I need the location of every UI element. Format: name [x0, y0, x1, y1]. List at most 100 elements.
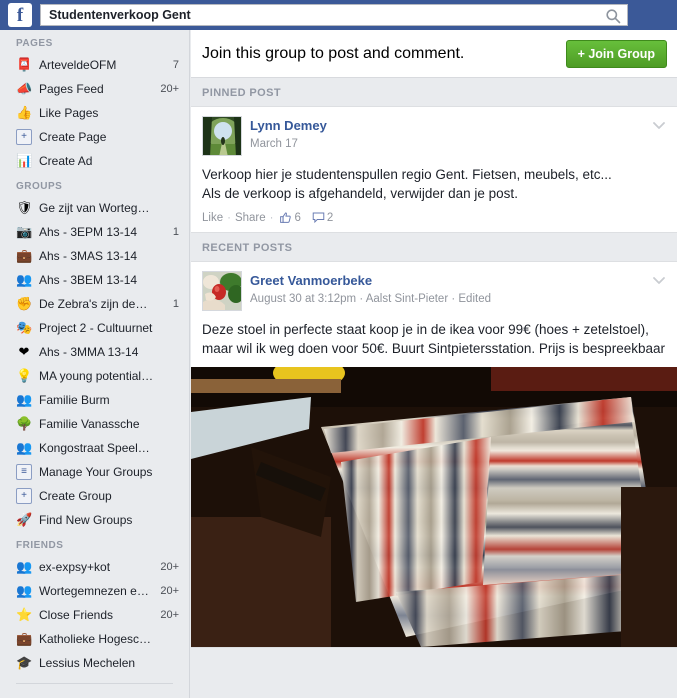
graduation-cap-icon: 🎓 — [16, 655, 33, 670]
post-header: Lynn Demey March 17 — [202, 116, 666, 156]
comment-bubble-icon — [312, 212, 325, 224]
sidebar-item-label: Pages Feed — [39, 82, 104, 96]
sidebar-item-de-zebra-s-zijn-de[interactable]: ✊ De Zebra's zijn de… 1 — [0, 292, 189, 316]
join-group-button[interactable]: + Join Group — [565, 39, 667, 68]
lightbulb-icon: 💡 — [16, 368, 33, 383]
sidebar-item-ge-zijt-van-worteg[interactable]: 🛡 Ge zijt van Worteg… — [0, 196, 189, 220]
sidebar-section-header: Groups — [16, 181, 63, 192]
sidebar-item-label: Kongostraat Speel… — [39, 441, 150, 455]
sidebar-item-katholieke-hogesc[interactable]: 💼 Katholieke Hogesc… — [0, 627, 189, 651]
sidebar-item-ahs-3mas-13-14[interactable]: 💼 Ahs - 3MAS 13-14 — [0, 244, 189, 268]
share-button[interactable]: Share — [235, 212, 266, 224]
sidebar-item-label: Wortegemnezen e… — [39, 584, 149, 598]
like-button[interactable]: Like — [202, 212, 223, 224]
search-input[interactable] — [41, 5, 627, 25]
list-icon: ≡ — [16, 464, 32, 480]
chevron-down-icon[interactable] — [650, 271, 668, 289]
sidebar-item-badge: 1 — [172, 298, 179, 310]
facebook-logo-icon[interactable]: f — [8, 3, 32, 27]
rocket-icon: 🚀 — [16, 512, 33, 527]
plus-group-icon: + — [16, 488, 32, 504]
thumbs-up-icon — [280, 212, 292, 223]
sidebar-item-familie-burm[interactable]: 👥 Familie Burm — [0, 388, 189, 412]
post-header: Greet Vanmoerbeke August 30 at 3:12pm · … — [202, 271, 666, 311]
plus-page-icon: + — [16, 129, 32, 145]
sidebar-item-arteveldeofm[interactable]: 📮 ArteveldeOFM 7 — [0, 53, 189, 77]
comment-count: 2 — [326, 211, 334, 224]
post-photo-striped-chair[interactable] — [191, 367, 677, 647]
friend-list-icon: 👥 — [16, 559, 33, 574]
like-count-group[interactable]: 6 — [279, 211, 305, 224]
briefcase-icon: 💼 — [16, 631, 33, 646]
briefcase-icon: 💼 — [16, 248, 33, 263]
sidebar-item-label: Katholieke Hogesc… — [39, 632, 152, 646]
sidebar-item-label: Ge zijt van Worteg… — [39, 201, 150, 215]
avatar-hands-peppers[interactable] — [202, 271, 242, 311]
sidebar-item-create-group[interactable]: + Create Group — [0, 484, 189, 508]
sidebar-item-ahs-3bem-13-14[interactable]: 👥 Ahs - 3BEM 13-14 — [0, 268, 189, 292]
group-icon: 👥 — [16, 392, 33, 407]
recent-post: Greet Vanmoerbeke August 30 at 3:12pm · … — [191, 261, 677, 648]
sidebar-item-label: Lessius Mechelen — [39, 656, 136, 670]
sidebar-item-kongostraat-speel[interactable]: 👥 Kongostraat Speel… — [0, 436, 189, 460]
sidebar-item-lessius-mechelen[interactable]: 🎓 Lessius Mechelen — [0, 651, 189, 675]
pinned-post-label: Pinned Post — [202, 87, 281, 99]
sidebar-item-label: Create Group — [39, 489, 112, 503]
megaphone-icon: 📣 — [16, 81, 33, 96]
sidebar-item-manage-your-groups[interactable]: ≡ Manage Your Groups — [0, 460, 189, 484]
star-icon: ⭐ — [16, 607, 33, 622]
sidebar-item-label: ex-expsy+kot — [39, 560, 111, 574]
comment-count-group[interactable]: 2 — [312, 211, 338, 224]
join-group-bar: Join this group to post and comment. + J… — [191, 30, 677, 78]
avatar-nature-path[interactable] — [202, 116, 242, 156]
post-meta: Lynn Demey March 17 — [250, 116, 327, 150]
sidebar-item-badge: 1 — [172, 226, 179, 238]
post-timestamp[interactable]: March 17 — [250, 138, 327, 150]
sidebar-item-project-2-cultuurnet[interactable]: 🎭 Project 2 - Cultuurnet — [0, 316, 189, 340]
sidebar-item-label: Find New Groups — [39, 513, 133, 527]
sidebar-section-header: Friends — [16, 540, 64, 551]
sidebar-item-familie-vanassche[interactable]: 🌳 Familie Vanassche — [0, 412, 189, 436]
sidebar-item-ma-young-potential[interactable]: 💡 MA young potential… — [0, 364, 189, 388]
sidebar-item-label: Create Ad — [39, 154, 93, 168]
sidebar-item-like-pages[interactable]: 👍 Like Pages — [0, 101, 189, 125]
heart-icon: ❤ — [18, 344, 30, 359]
sidebar-item-badge: 20+ — [160, 585, 179, 597]
join-prompt-text: Join this group to post and comment. — [202, 44, 465, 62]
separator-dot: · — [227, 211, 231, 224]
sidebar-item-ex-expsy-kot[interactable]: 👥 ex-expsy+kot 20+ — [0, 555, 189, 579]
post-timestamp[interactable]: August 30 at 3:12pm · Aalst Sint-Pieter … — [250, 293, 491, 305]
stamp-icon: 📮 — [16, 57, 33, 72]
shield-icon: 🛡 — [16, 200, 33, 215]
sidebar-item-label: Familie Vanassche — [39, 417, 140, 431]
post-meta: Greet Vanmoerbeke August 30 at 3:12pm · … — [250, 271, 491, 305]
recent-posts-label: Recent Posts — [202, 242, 293, 254]
sidebar-item-close-friends[interactable]: ⭐ Close Friends 20+ — [0, 603, 189, 627]
post-author-name[interactable]: Lynn Demey — [250, 118, 327, 133]
separator-dot: · — [269, 211, 274, 224]
pinned-post: Lynn Demey March 17 Verkoop hier je stud… — [191, 106, 677, 233]
chevron-down-icon[interactable] — [650, 116, 668, 134]
sidebar-item-badge: 20+ — [160, 609, 179, 621]
sidebar-item-badge: 20+ — [160, 83, 179, 95]
facebook-top-bar: f — [0, 0, 677, 30]
raised-fist-icon: ✊ — [16, 296, 33, 311]
search-bar[interactable] — [40, 4, 628, 26]
sidebar-item-ahs-3mma-13-14[interactable]: ❤ Ahs - 3MMA 13-14 — [0, 340, 189, 364]
sidebar-item-create-page[interactable]: + Create Page — [0, 125, 189, 149]
search-icon[interactable] — [605, 8, 621, 24]
sidebar-item-badge: 20+ — [160, 561, 179, 573]
sidebar-item-label: Ahs - 3BEM 13-14 — [39, 273, 138, 287]
theater-masks-icon: 🎭 — [16, 320, 33, 335]
sidebar-item-wortegemnezen-e[interactable]: 👥 Wortegemnezen e… 20+ — [0, 579, 189, 603]
sidebar-item-pages-feed[interactable]: 📣 Pages Feed 20+ — [0, 77, 189, 101]
sidebar-item-create-ad[interactable]: 📊 Create Ad — [0, 149, 189, 173]
main-content: Join this group to post and comment. + J… — [191, 30, 677, 698]
left-sidebar: Pages 📮 ArteveldeOFM 7 📣 Pages Feed 20+ 👍 Like P… — [0, 30, 190, 698]
sidebar-item-ahs-3epm-13-14[interactable]: 📷 Ahs - 3EPM 13-14 1 — [0, 220, 189, 244]
post-body-text: Deze stoel in perfecte staat koop je in … — [202, 322, 665, 356]
sidebar-item-label: ArteveldeOFM — [39, 58, 117, 72]
sidebar-item-label: Ahs - 3EPM 13-14 — [39, 225, 138, 239]
post-author-name[interactable]: Greet Vanmoerbeke — [250, 273, 372, 288]
sidebar-item-find-new-groups[interactable]: 🚀 Find New Groups — [0, 508, 189, 532]
